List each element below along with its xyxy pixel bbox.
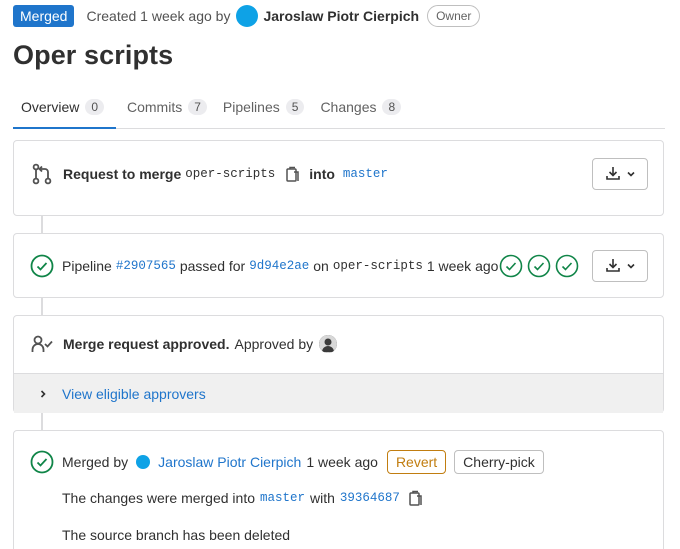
pipeline-id-link[interactable]: #2907565 <box>116 259 176 273</box>
status-badge: Merged <box>13 5 75 27</box>
approved-status: Merge request approved. <box>63 336 230 352</box>
merge-request-widget: Request to merge oper-scripts into maste… <box>13 140 664 216</box>
pipeline-stages <box>499 254 579 278</box>
author-avatar[interactable] <box>236 5 259 27</box>
mr-header: Merged Created 1 week ago by Jaroslaw Pi… <box>13 4 481 28</box>
merged-time: 1 week ago <box>306 454 378 470</box>
created-text: Created 1 week ago by <box>86 8 231 24</box>
tab-changes[interactable]: Changes 8 <box>312 86 409 128</box>
with-text: with <box>310 490 335 506</box>
tab-overview-label: Overview <box>21 98 80 115</box>
merged-target-branch-link[interactable]: master <box>260 491 305 505</box>
pipeline-commit-link[interactable]: 9d94e2ae <box>249 259 309 273</box>
download-icon <box>605 257 621 276</box>
git-merge-icon <box>30 162 54 186</box>
merge-commit-link[interactable]: 39364687 <box>340 491 400 505</box>
chevron-right-icon <box>38 386 48 402</box>
pipeline-time: 1 week ago <box>426 258 499 274</box>
tab-commits[interactable]: Commits 7 <box>119 86 215 128</box>
chevron-down-icon <box>626 166 636 182</box>
merged-widget: Merged by Jaroslaw Piotr Cierpich 1 week… <box>13 430 664 549</box>
copy-commit-icon[interactable] <box>404 486 428 510</box>
merged-success-icon <box>30 450 54 474</box>
tab-pipelines[interactable]: Pipelines 5 <box>215 86 313 128</box>
pipeline-branch: oper-scripts <box>332 259 423 273</box>
revert-button[interactable]: Revert <box>386 450 447 474</box>
stage-success-icon[interactable] <box>527 254 551 278</box>
tab-overview[interactable]: Overview 0 <box>13 86 116 129</box>
role-badge: Owner <box>427 5 481 27</box>
target-branch-link[interactable]: master <box>343 167 388 181</box>
view-eligible-approvers-link[interactable]: View eligible approvers <box>62 386 206 402</box>
merger-avatar[interactable] <box>136 455 151 469</box>
merger-link[interactable]: Jaroslaw Piotr Cierpich <box>158 454 301 470</box>
tab-changes-label: Changes <box>320 99 377 115</box>
approval-user-check-icon <box>30 332 54 356</box>
tab-pipelines-label: Pipelines <box>222 99 280 115</box>
cherry-pick-button[interactable]: Cherry-pick <box>454 450 544 474</box>
tab-pipelines-count: 5 <box>285 99 305 115</box>
on-text: on <box>313 258 329 274</box>
copy-branch-icon[interactable] <box>281 162 305 186</box>
approvers-expander[interactable]: View eligible approvers <box>14 373 663 413</box>
approver-avatar[interactable] <box>319 335 338 353</box>
pipeline-label: Pipeline <box>62 258 112 274</box>
stage-success-icon[interactable] <box>499 254 523 278</box>
artifacts-dropdown-button[interactable] <box>592 250 648 282</box>
tab-overview-count: 0 <box>85 98 105 115</box>
approved-by-label: Approved by <box>234 336 314 352</box>
download-dropdown-button[interactable] <box>592 158 648 190</box>
pipeline-widget: Pipeline #2907565 passed for 9d94e2ae on… <box>13 233 664 298</box>
download-icon <box>605 165 621 184</box>
author-link[interactable]: Jaroslaw Piotr Cierpich <box>263 8 419 24</box>
mr-tabs: Overview 0 Commits 7 Pipelines 5 Changes… <box>13 86 665 129</box>
tab-commits-label: Commits <box>127 99 183 115</box>
merged-by-label: Merged by <box>62 454 129 470</box>
stage-success-icon[interactable] <box>555 254 579 278</box>
merged-into-text: The changes were merged into <box>62 490 255 506</box>
into-label: into <box>309 166 335 182</box>
passed-for-text: passed for <box>179 258 246 274</box>
approval-widget: Merge request approved. Approved by View… <box>13 315 664 413</box>
tab-commits-count: 7 <box>188 99 207 115</box>
page-title: Oper scripts <box>13 40 174 70</box>
source-branch-deleted-text: The source branch has been deleted <box>62 527 291 543</box>
status-success-icon[interactable] <box>30 254 54 278</box>
tab-changes-count: 8 <box>382 99 402 115</box>
chevron-down-icon <box>626 258 636 274</box>
source-branch: oper-scripts <box>185 167 276 181</box>
request-to-merge-label: Request to merge <box>63 166 182 182</box>
